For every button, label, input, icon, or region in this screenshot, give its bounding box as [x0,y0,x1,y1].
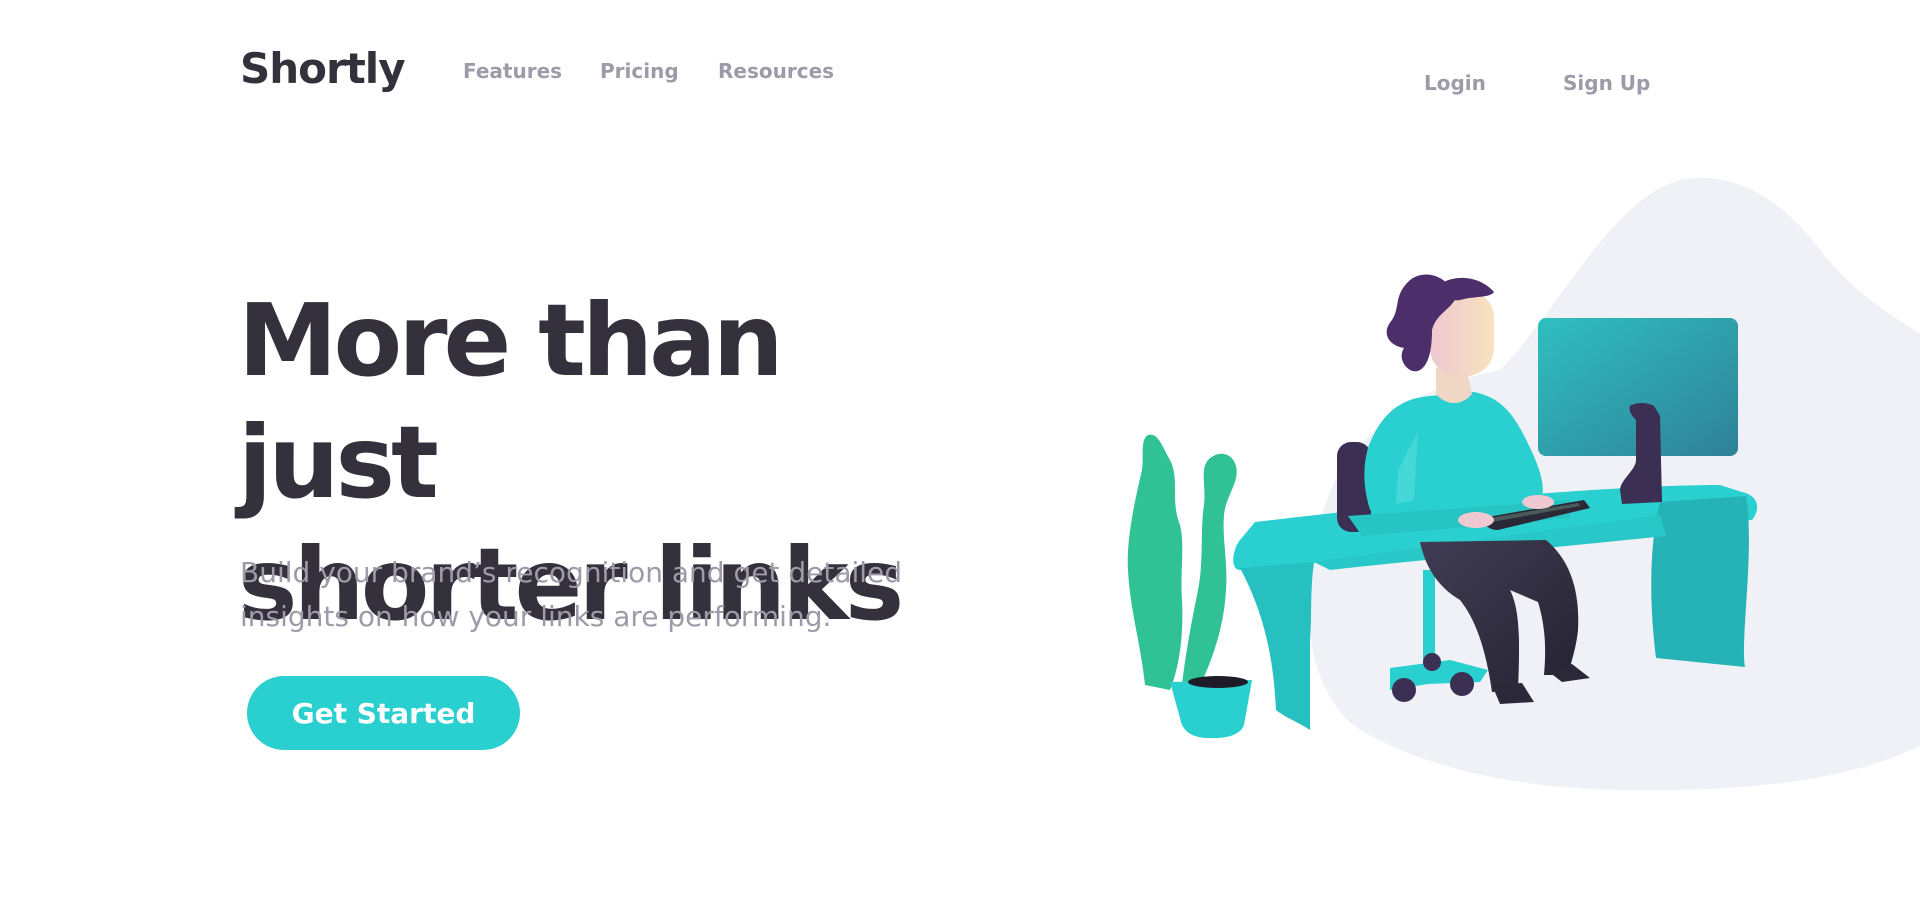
landing-page: Shortly Features Pricing Resources Login… [0,0,1920,902]
hero-title-line-1: More than just [238,282,784,521]
working-illustration [1127,177,1920,791]
nav-link-pricing[interactable]: Pricing [600,59,679,83]
hero-subtitle-line-2: insights on how your links are performin… [240,600,832,633]
left-hand [1458,512,1494,528]
right-hand [1522,495,1554,509]
plant [1127,434,1252,739]
nav-link-features[interactable]: Features [463,59,562,83]
nav-link-resources[interactable]: Resources [718,59,834,83]
hero-subtitle-line-1: Build your brand’s recognition and get d… [240,556,903,589]
logo[interactable]: Shortly [240,44,406,93]
hero-subtitle: Build your brand’s recognition and get d… [240,551,1000,639]
signup-link[interactable]: Sign Up [1563,71,1650,95]
login-link[interactable]: Login [1424,71,1486,95]
get-started-button[interactable]: Get Started [247,676,520,750]
